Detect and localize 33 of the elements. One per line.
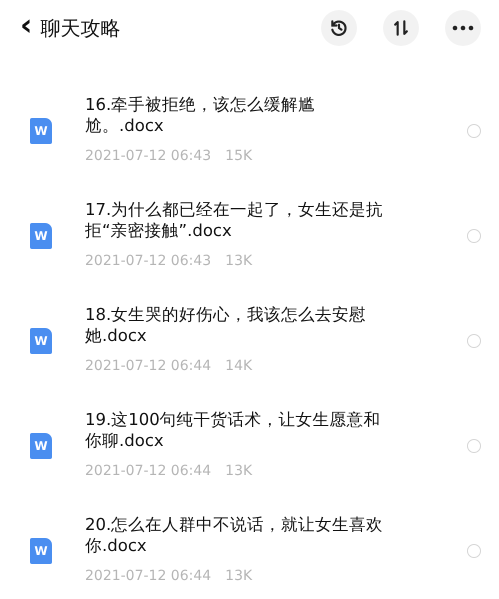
- file-name[interactable]: 17.为什么都已经在一起了，女生还是抗拒“亲密接触”.docx: [85, 198, 391, 242]
- word-file-icon: W: [30, 328, 52, 354]
- file-name[interactable]: 20.怎么在人群中不说话，就让女生喜欢你.docx: [85, 514, 391, 556]
- word-file-icon: W: [30, 432, 52, 458]
- history-button[interactable]: [321, 10, 357, 46]
- file-size: 14K: [225, 357, 252, 376]
- word-file-icon: W: [30, 118, 52, 144]
- history-icon: [329, 18, 349, 38]
- sort-button[interactable]: [383, 10, 419, 46]
- sort-icon: [391, 18, 411, 38]
- select-radio[interactable]: [467, 334, 481, 348]
- file-date: 2021-07-12 06:44: [85, 462, 212, 482]
- file-size: 13K: [225, 567, 252, 586]
- file-name[interactable]: 19.这100句纯干货话术，让女生愿意和你聊.docx: [85, 408, 391, 452]
- select-radio[interactable]: [467, 124, 481, 138]
- select-radio[interactable]: [467, 438, 481, 452]
- file-name[interactable]: 18.女生哭的好伤心，我该怎么去安慰她.docx: [85, 304, 391, 346]
- file-date: 2021-07-12 06:43: [85, 252, 212, 272]
- more-icon: [452, 25, 474, 31]
- file-size: 15K: [225, 147, 252, 166]
- file-size: 13K: [225, 462, 252, 482]
- page-title: 聊天攻略: [40, 15, 120, 42]
- word-file-icon: W: [30, 222, 52, 248]
- select-radio[interactable]: [467, 544, 481, 558]
- file-date: 2021-07-12 06:43: [85, 147, 212, 166]
- file-date: 2021-07-12 06:44: [85, 567, 212, 586]
- file-name[interactable]: 16.牵手被拒绝，该怎么缓解尴尬。.docx: [85, 94, 391, 136]
- word-file-icon: W: [30, 538, 52, 564]
- select-radio[interactable]: [467, 228, 481, 242]
- more-button[interactable]: [445, 10, 481, 46]
- file-size: 13K: [225, 252, 252, 272]
- file-date: 2021-07-12 06:44: [85, 357, 212, 376]
- back-icon[interactable]: ‹: [20, 11, 32, 41]
